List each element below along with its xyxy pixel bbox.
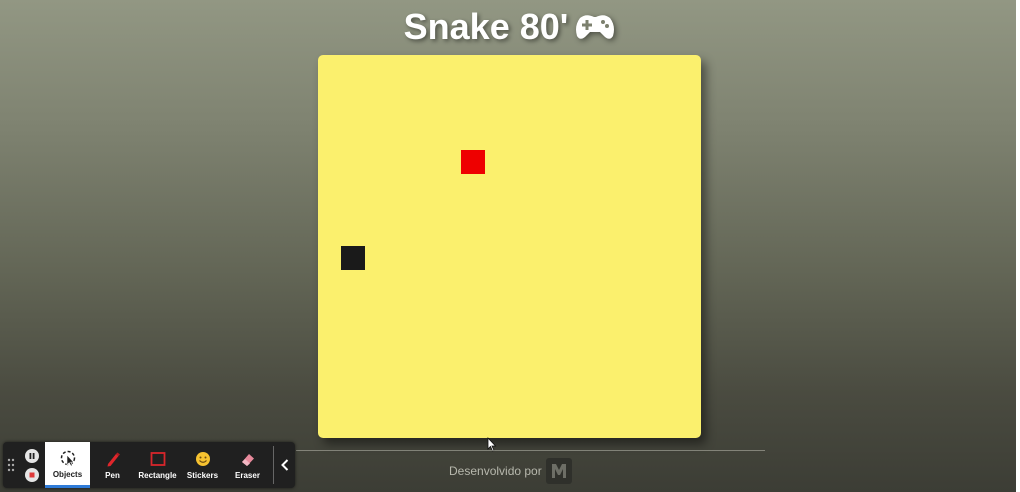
developer-logo-icon: [551, 464, 566, 478]
pause-button[interactable]: [25, 448, 39, 463]
footer-divider: [296, 450, 765, 451]
stop-button[interactable]: [25, 467, 39, 482]
tool-label: Pen: [105, 471, 120, 480]
tool-label: Eraser: [235, 471, 260, 480]
drag-handle-icon[interactable]: [3, 442, 19, 488]
sticker-icon: [195, 452, 210, 466]
tool-label: Objects: [52, 469, 83, 479]
chevron-left-icon: [281, 459, 289, 471]
tool-label: Stickers: [186, 471, 219, 480]
tool-objects[interactable]: Objects: [45, 442, 90, 488]
page-title: Snake 80': [403, 6, 569, 47]
collapse-toolbar-button[interactable]: [277, 442, 293, 488]
stop-icon: [29, 472, 35, 477]
tool-pen[interactable]: Pen: [90, 442, 135, 488]
footer: Desenvolvido por: [449, 458, 572, 484]
tool-label: Rectangle: [138, 471, 177, 480]
drawing-toolbar: Objects Pen Rectangle Stickers Eraser: [3, 442, 295, 488]
snake-head: [341, 246, 365, 270]
pause-icon: [29, 452, 35, 459]
recording-controls: [19, 442, 45, 488]
tool-rectangle[interactable]: Rectangle: [135, 442, 180, 488]
gamepad-icon: [576, 15, 615, 39]
toolbar-divider: [273, 446, 274, 484]
window-edge: [1016, 0, 1020, 492]
developer-logo[interactable]: [545, 458, 572, 484]
tool-eraser[interactable]: Eraser: [225, 442, 270, 488]
game-board[interactable]: [318, 55, 701, 438]
footer-credit: Desenvolvido por: [449, 464, 542, 478]
food-pellet: [461, 150, 485, 174]
pen-icon: [107, 452, 120, 467]
tool-stickers[interactable]: Stickers: [180, 442, 225, 488]
cursor-select-icon: [60, 450, 75, 466]
page-header: Snake 80': [0, 4, 1020, 50]
rectangle-icon: [150, 452, 165, 466]
eraser-icon: [241, 454, 254, 466]
